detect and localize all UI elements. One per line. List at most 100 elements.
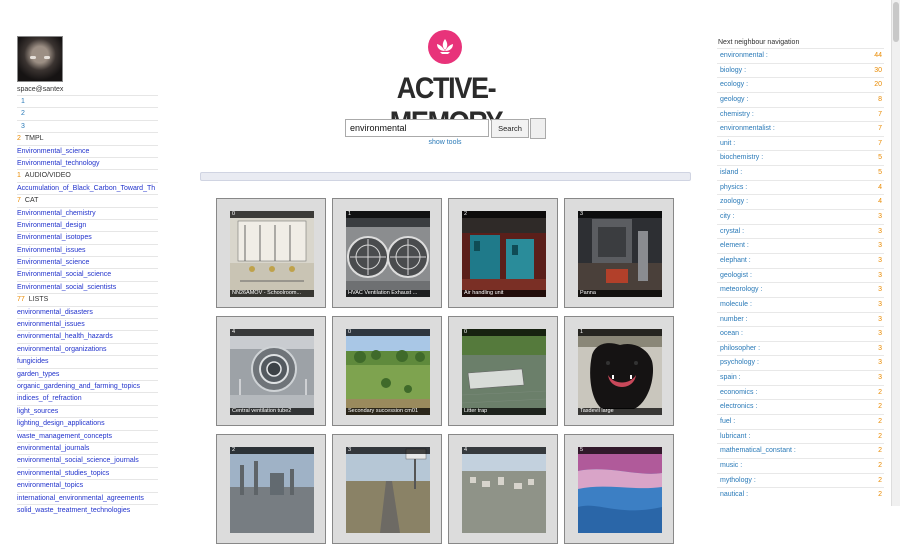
list-item-link[interactable]: Environmental_chemistry	[17, 210, 96, 217]
keyword-row[interactable]: biology : 30	[717, 62, 884, 78]
keyword-row[interactable]: chemistry : 7	[717, 106, 884, 122]
list-item-link[interactable]: organic_gardening_and_farming_topics	[17, 383, 140, 390]
list-item-link[interactable]: Environmental_social_science	[17, 271, 111, 278]
image-tile[interactable]: 4	[448, 434, 558, 544]
list-item-link[interactable]: Accumulation_of_Black_Carbon_Toward_Th	[17, 185, 155, 192]
thumbnail-image[interactable]: 4 Central ventilation tube2	[230, 329, 314, 415]
keyword-row[interactable]: lubricant : 2	[717, 428, 884, 444]
keyword-link[interactable]: city :	[720, 210, 734, 224]
keyword-link[interactable]: fuel :	[720, 415, 735, 429]
thumbnail-image[interactable]: 5	[578, 447, 662, 533]
thumbnail-image[interactable]: 0 Litter trap	[462, 329, 546, 415]
list-item-link[interactable]: lighting_design_applications	[17, 420, 105, 427]
keyword-row[interactable]: meteorology : 3	[717, 282, 884, 297]
list-item-link[interactable]: solid_waste_treatment_technologies	[17, 507, 130, 514]
keyword-row[interactable]: mathematical_constant : 2	[717, 443, 884, 458]
list-item-link[interactable]: environmental_studies_topics	[17, 470, 109, 477]
keyword-row[interactable]: geologist : 3	[717, 267, 884, 283]
keyword-row[interactable]: physics : 4	[717, 179, 884, 195]
keyword-link[interactable]: geologist :	[720, 269, 752, 283]
thumbnail-image[interactable]: 1 HVAC Ventilation Exhaust ...	[346, 211, 430, 297]
list-item-link[interactable]: environmental_issues	[17, 321, 85, 328]
keyword-row[interactable]: molecule : 3	[717, 296, 884, 312]
list-item-link[interactable]: environmental_journals	[17, 445, 89, 452]
keyword-link[interactable]: unit :	[720, 137, 735, 151]
image-tile[interactable]: 0 NN26AMOV - Schoolroom...	[216, 198, 326, 308]
list-item-link[interactable]: Environmental_isotopes	[17, 234, 92, 241]
keyword-row[interactable]: unit : 7	[717, 135, 884, 151]
keyword-link[interactable]: meteorology :	[720, 283, 762, 297]
thumbnail-image[interactable]: 3 Panna	[578, 211, 662, 297]
list-item-link[interactable]: indices_of_refraction	[17, 395, 82, 402]
thumbnail-image[interactable]: 2 Air handling unit	[462, 211, 546, 297]
list-item-link[interactable]: Environmental_design	[17, 222, 86, 229]
keyword-link[interactable]: elephant :	[720, 254, 751, 268]
show-tools-link[interactable]: show tools	[405, 139, 485, 146]
list-item-link[interactable]: Environmental_issues	[17, 247, 85, 254]
keyword-link[interactable]: electronics :	[720, 400, 757, 414]
list-item-link[interactable]: Environmental_science	[17, 259, 89, 266]
keyword-link[interactable]: spain :	[720, 371, 741, 385]
keyword-link[interactable]: environmentalist :	[720, 122, 775, 136]
logo[interactable]	[428, 30, 462, 64]
keyword-row[interactable]: zoology : 4	[717, 194, 884, 209]
image-tile[interactable]: 0 Litter trap	[448, 316, 558, 426]
keyword-row[interactable]: island : 5	[717, 165, 884, 180]
page-link[interactable]: 2	[17, 107, 158, 119]
keyword-link[interactable]: crystal :	[720, 225, 744, 239]
keyword-row[interactable]: music : 2	[717, 457, 884, 473]
keyword-row[interactable]: nautical : 2	[717, 487, 884, 502]
list-item-link[interactable]: light_sources	[17, 408, 58, 415]
keyword-row[interactable]: number : 3	[717, 311, 884, 327]
keyword-row[interactable]: elephant : 3	[717, 252, 884, 268]
list-item-link[interactable]: environmental_topics	[17, 482, 83, 489]
list-item-link[interactable]: Environmental_science	[17, 148, 89, 155]
list-item-link[interactable]: environmental_health_hazards	[17, 333, 113, 340]
keyword-link[interactable]: biochemistry :	[720, 151, 763, 165]
thumbnail-image[interactable]: 2	[230, 447, 314, 533]
image-tile[interactable]: 4 Central ventilation tube2	[216, 316, 326, 426]
keyword-link[interactable]: physics :	[720, 181, 747, 195]
list-item-link[interactable]: international_environmental_agreements	[17, 495, 144, 502]
keyword-link[interactable]: island :	[720, 166, 742, 180]
search-button[interactable]: Search	[491, 119, 529, 138]
keyword-row[interactable]: psychology : 3	[717, 355, 884, 370]
image-tile[interactable]: 3	[332, 434, 442, 544]
keyword-row[interactable]: geology : 8	[717, 91, 884, 107]
keyword-row[interactable]: ecology : 20	[717, 77, 884, 92]
keyword-row[interactable]: philosopher : 3	[717, 340, 884, 356]
image-tile[interactable]: 2	[216, 434, 326, 544]
avatar[interactable]	[17, 36, 63, 82]
image-tile[interactable]: 5	[564, 434, 674, 544]
keyword-row[interactable]: electronics : 2	[717, 399, 884, 414]
keyword-row[interactable]: economics : 2	[717, 384, 884, 400]
keyword-row[interactable]: environmentalist : 7	[717, 121, 884, 136]
keyword-row[interactable]: biochemistry : 5	[717, 150, 884, 165]
list-item-link[interactable]: environmental_organizations	[17, 346, 107, 353]
search-input[interactable]	[345, 119, 489, 137]
image-tile[interactable]: 0 Secondary succession cm01	[332, 316, 442, 426]
keyword-link[interactable]: environmental :	[720, 49, 768, 63]
thumbnail-image[interactable]: 4	[462, 447, 546, 533]
image-tile[interactable]: 1 Tasdevil large	[564, 316, 674, 426]
thumbnail-image[interactable]: 3	[346, 447, 430, 533]
list-item-link[interactable]: environmental_disasters	[17, 309, 93, 316]
keyword-link[interactable]: chemistry :	[720, 108, 754, 122]
keyword-link[interactable]: biology :	[720, 64, 746, 78]
list-item-link[interactable]: fungicides	[17, 358, 49, 365]
keyword-link[interactable]: psychology :	[720, 356, 759, 370]
page-link[interactable]: 1	[17, 95, 158, 107]
keyword-link[interactable]: ocean :	[720, 327, 743, 341]
list-item-link[interactable]: environmental_social_science_journals	[17, 457, 139, 464]
keyword-link[interactable]: zoology :	[720, 195, 748, 209]
thumbnail-image[interactable]: 1 Tasdevil large	[578, 329, 662, 415]
list-item-link[interactable]: Environmental_social_scientists	[17, 284, 116, 291]
keyword-link[interactable]: ecology :	[720, 78, 748, 92]
keyword-row[interactable]: element : 3	[717, 238, 884, 253]
page-link[interactable]: 3	[17, 119, 158, 132]
keyword-link[interactable]: lubricant :	[720, 430, 750, 444]
keyword-link[interactable]: element :	[720, 239, 749, 253]
list-item-link[interactable]: garden_types	[17, 371, 59, 378]
keyword-link[interactable]: mythology :	[720, 474, 756, 488]
keyword-link[interactable]: music :	[720, 459, 742, 473]
